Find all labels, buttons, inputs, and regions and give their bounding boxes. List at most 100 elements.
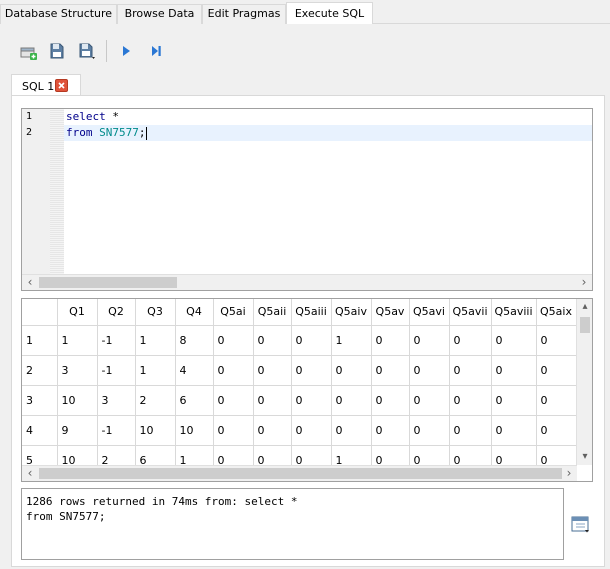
column-header[interactable]: Q4 bbox=[175, 299, 214, 326]
column-header[interactable]: Q5aix bbox=[536, 299, 577, 326]
table-row[interactable]: 1 1 -1 1 8 0 0 0 1 0 0 0 0 0 bbox=[22, 325, 577, 356]
tab-database-structure[interactable]: Database Structure bbox=[0, 4, 117, 24]
table-cell[interactable]: 10 bbox=[57, 385, 98, 416]
column-header[interactable]: Q5avi bbox=[409, 299, 450, 326]
scrollbar-thumb[interactable] bbox=[39, 468, 562, 479]
column-header[interactable]: Q5aii bbox=[253, 299, 292, 326]
code-line[interactable]: select * bbox=[64, 109, 592, 125]
table-cell[interactable]: 0 bbox=[491, 385, 537, 416]
table-cell[interactable]: 0 bbox=[213, 415, 254, 446]
editor-horizontal-scrollbar[interactable]: ‹ › bbox=[22, 274, 592, 290]
column-header[interactable]: Q5avii bbox=[449, 299, 492, 326]
column-header[interactable]: Q2 bbox=[97, 299, 136, 326]
grid-vertical-scrollbar[interactable]: ▴ ▾ bbox=[576, 299, 592, 465]
column-header[interactable]: Q5aiii bbox=[291, 299, 332, 326]
table-cell[interactable]: 1 bbox=[135, 355, 176, 386]
scrollbar-thumb[interactable] bbox=[580, 317, 590, 333]
column-header[interactable]: Q5aviii bbox=[491, 299, 537, 326]
scroll-left-icon[interactable]: ‹ bbox=[22, 275, 38, 290]
table-cell[interactable]: 0 bbox=[213, 325, 254, 356]
execute-all-icon[interactable] bbox=[115, 40, 137, 62]
scroll-up-icon[interactable]: ▴ bbox=[577, 299, 592, 315]
table-cell[interactable]: 0 bbox=[491, 415, 537, 446]
table-cell[interactable]: -1 bbox=[97, 355, 136, 386]
table-cell[interactable]: 0 bbox=[291, 385, 332, 416]
table-cell[interactable]: 10 bbox=[175, 415, 214, 446]
table-cell[interactable]: 0 bbox=[409, 385, 450, 416]
save-sql-file-icon[interactable] bbox=[76, 40, 98, 62]
column-header[interactable]: Q5ai bbox=[213, 299, 254, 326]
tab-browse-data[interactable]: Browse Data bbox=[117, 4, 202, 24]
table-cell[interactable]: -1 bbox=[97, 325, 136, 356]
open-sql-file-icon[interactable] bbox=[46, 40, 68, 62]
table-cell[interactable]: 0 bbox=[536, 325, 577, 356]
column-header[interactable]: Q3 bbox=[135, 299, 176, 326]
table-cell[interactable]: 0 bbox=[213, 355, 254, 386]
table-cell[interactable]: 3 bbox=[57, 355, 98, 386]
table-cell[interactable]: 0 bbox=[213, 385, 254, 416]
table-cell[interactable]: 0 bbox=[409, 325, 450, 356]
table-cell[interactable]: 3 bbox=[97, 385, 136, 416]
column-header[interactable]: Q1 bbox=[57, 299, 98, 326]
table-cell[interactable]: 0 bbox=[253, 415, 292, 446]
table-cell[interactable]: 0 bbox=[371, 325, 410, 356]
row-number[interactable]: 2 bbox=[22, 355, 58, 386]
table-cell[interactable]: 0 bbox=[291, 325, 332, 356]
tab-edit-pragmas[interactable]: Edit Pragmas bbox=[202, 4, 286, 24]
table-cell[interactable]: 0 bbox=[371, 355, 410, 386]
scroll-down-icon[interactable]: ▾ bbox=[577, 449, 592, 465]
table-cell[interactable]: 10 bbox=[135, 415, 176, 446]
scroll-right-icon[interactable]: › bbox=[576, 275, 592, 290]
table-cell[interactable]: 0 bbox=[253, 355, 292, 386]
tab-execute-sql[interactable]: Execute SQL bbox=[286, 2, 373, 24]
sql-editor[interactable]: 1 2 select * from SN7577; ‹ › bbox=[21, 108, 593, 291]
table-cell[interactable]: 0 bbox=[491, 325, 537, 356]
results-grid[interactable]: Q1 Q2 Q3 Q4 Q5ai Q5aii Q5aiii Q5aiv Q5av… bbox=[21, 298, 593, 482]
save-results-icon[interactable] bbox=[571, 514, 591, 534]
scrollbar-thumb[interactable] bbox=[39, 277, 177, 288]
table-cell[interactable]: 0 bbox=[409, 355, 450, 386]
table-cell[interactable]: 0 bbox=[449, 385, 492, 416]
table-cell[interactable]: -1 bbox=[97, 415, 136, 446]
table-cell[interactable]: 0 bbox=[331, 355, 372, 386]
sql-editor-tab[interactable]: SQL 1 bbox=[11, 74, 81, 96]
table-cell[interactable]: 0 bbox=[291, 415, 332, 446]
grid-corner[interactable] bbox=[22, 299, 58, 326]
row-number[interactable]: 4 bbox=[22, 415, 58, 446]
table-row[interactable]: 2 3 -1 1 4 0 0 0 0 0 0 0 0 0 bbox=[22, 355, 577, 386]
table-cell[interactable]: 0 bbox=[449, 355, 492, 386]
table-cell[interactable]: 1 bbox=[331, 325, 372, 356]
table-cell[interactable]: 6 bbox=[175, 385, 214, 416]
scroll-right-icon[interactable]: › bbox=[561, 466, 577, 481]
table-row[interactable]: 3 10 3 2 6 0 0 0 0 0 0 0 0 0 bbox=[22, 385, 577, 416]
table-cell[interactable]: 2 bbox=[135, 385, 176, 416]
table-cell[interactable]: 0 bbox=[449, 325, 492, 356]
table-cell[interactable]: 0 bbox=[371, 385, 410, 416]
table-cell[interactable]: 1 bbox=[57, 325, 98, 356]
execute-line-icon[interactable] bbox=[145, 40, 167, 62]
column-header[interactable]: Q5av bbox=[371, 299, 410, 326]
table-cell[interactable]: 0 bbox=[536, 385, 577, 416]
column-header[interactable]: Q5aiv bbox=[331, 299, 372, 326]
table-cell[interactable]: 8 bbox=[175, 325, 214, 356]
table-cell[interactable]: 0 bbox=[253, 385, 292, 416]
table-row[interactable]: 4 9 -1 10 10 0 0 0 0 0 0 0 0 0 bbox=[22, 415, 577, 446]
table-cell[interactable]: 9 bbox=[57, 415, 98, 446]
code-line-current[interactable]: from SN7577; bbox=[64, 125, 592, 141]
row-number[interactable]: 3 bbox=[22, 385, 58, 416]
table-cell[interactable]: 0 bbox=[331, 385, 372, 416]
open-tab-icon[interactable] bbox=[17, 40, 39, 62]
table-cell[interactable]: 0 bbox=[491, 355, 537, 386]
scroll-left-icon[interactable]: ‹ bbox=[22, 466, 38, 481]
table-cell[interactable]: 0 bbox=[536, 355, 577, 386]
table-cell[interactable]: 0 bbox=[536, 415, 577, 446]
table-cell[interactable]: 0 bbox=[291, 355, 332, 386]
table-cell[interactable]: 1 bbox=[135, 325, 176, 356]
table-cell[interactable]: 0 bbox=[371, 415, 410, 446]
grid-horizontal-scrollbar[interactable]: ‹ › bbox=[22, 465, 577, 481]
table-cell[interactable]: 0 bbox=[409, 415, 450, 446]
row-number[interactable]: 1 bbox=[22, 325, 58, 356]
table-cell[interactable]: 4 bbox=[175, 355, 214, 386]
table-cell[interactable]: 0 bbox=[253, 325, 292, 356]
close-icon[interactable] bbox=[55, 79, 68, 92]
